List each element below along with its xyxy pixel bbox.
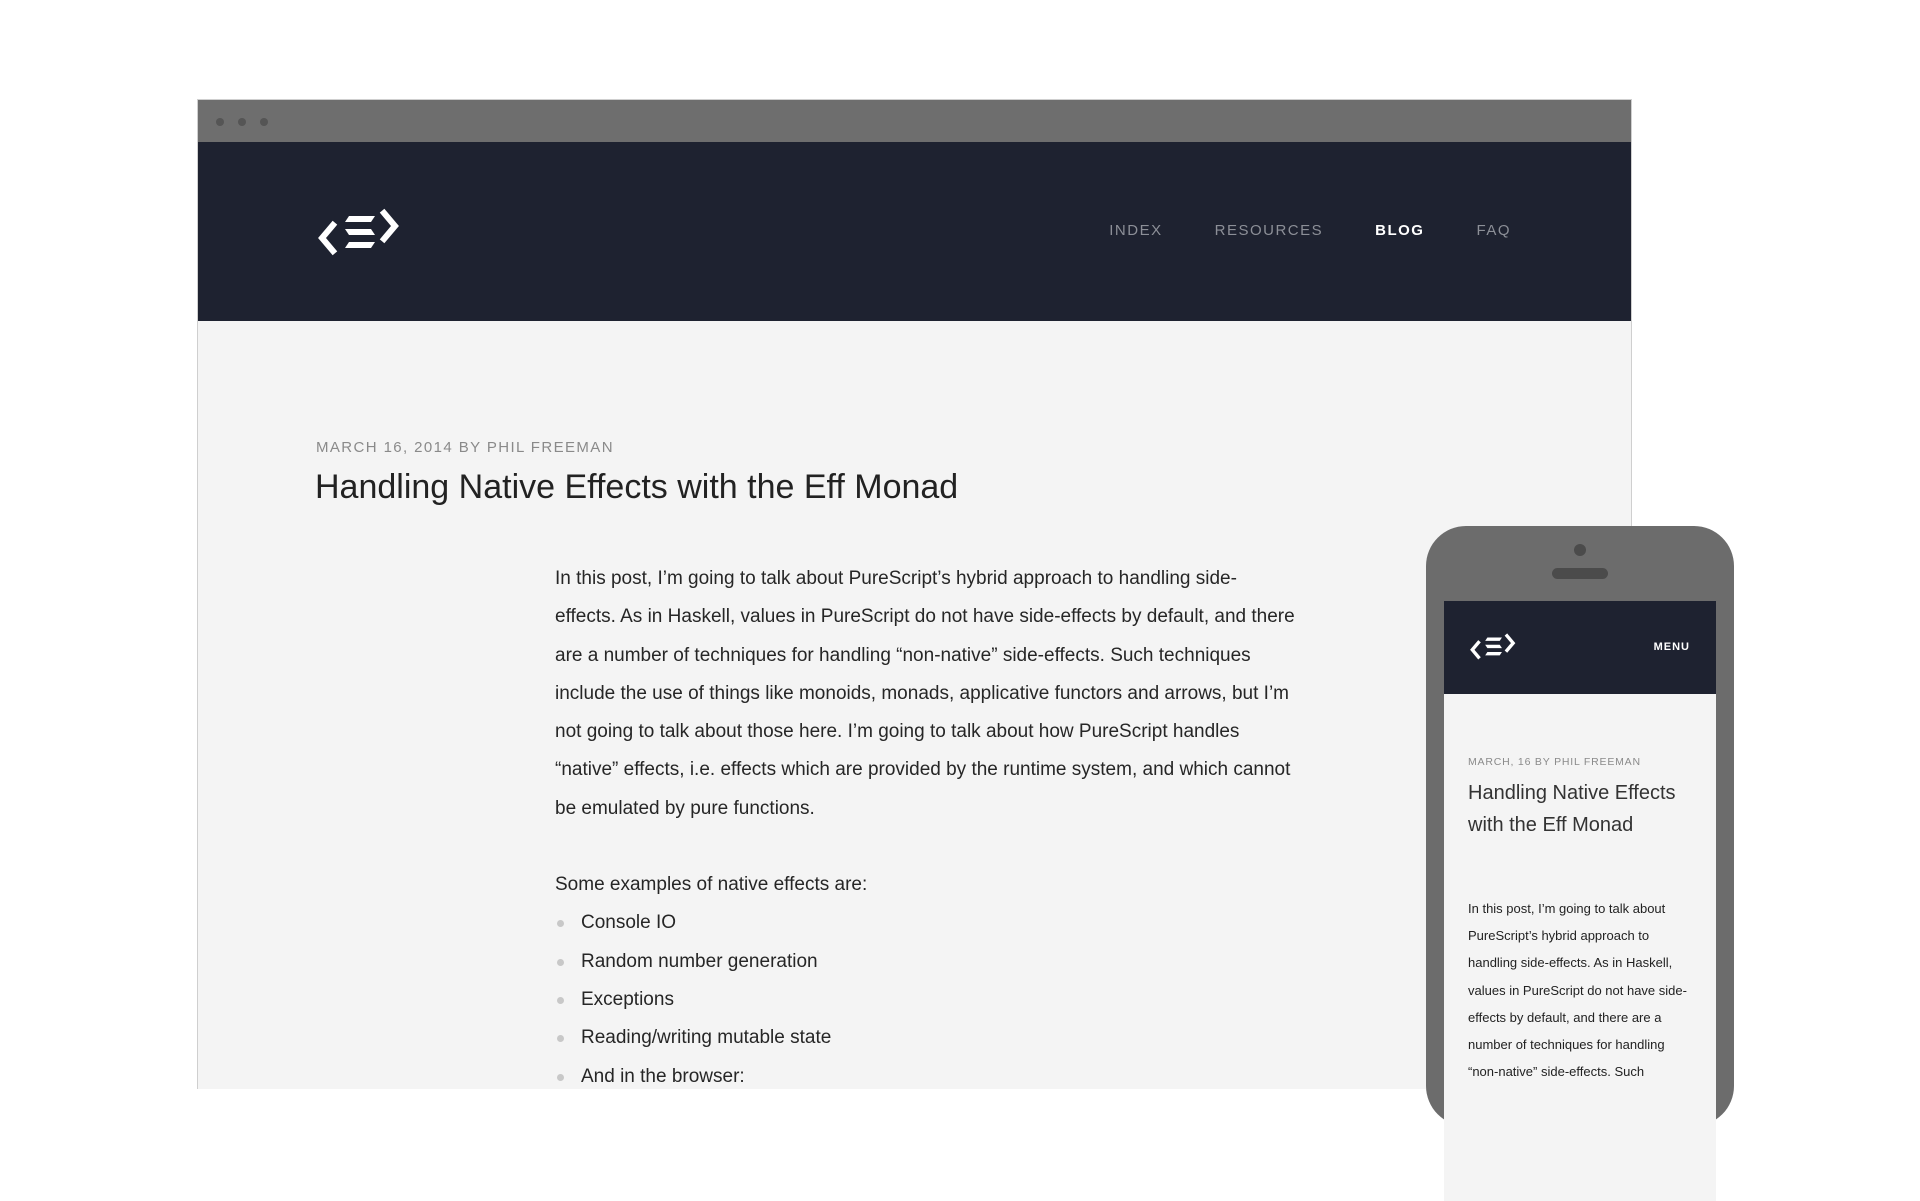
mobile-post-intro-paragraph: In this post, I’m going to talk about Pu… (1468, 901, 1687, 1080)
list-item: Console IO (555, 904, 1295, 942)
post-body: In this post, I’m going to talk about Pu… (555, 560, 1295, 1089)
window-dot-icon (260, 118, 268, 126)
post-title: Handling Native Effects with the Eff Mon… (315, 468, 959, 506)
phone-mockup: MENU MARCH, 16 BY PHIL FREEMAN Handling … (1426, 526, 1734, 1201)
mobile-post-title: Handling Native Effects with the Eff Mon… (1468, 782, 1676, 836)
list-item: Reading/writing mutable state (555, 1019, 1295, 1057)
purescript-logo-icon[interactable] (318, 208, 400, 258)
phone-camera-icon (1574, 544, 1586, 556)
list-item: Exceptions (555, 981, 1295, 1019)
nav-resources[interactable]: RESOURCES (1215, 222, 1324, 239)
nav-index[interactable]: INDEX (1109, 222, 1162, 239)
mobile-post-body: In this post, I’m going to talk about Pu… (1468, 895, 1696, 1085)
examples-list: Console IO Random number generation Exce… (555, 904, 1295, 1089)
post-intro-paragraph: In this post, I’m going to talk about Pu… (555, 568, 1295, 819)
post-meta: MARCH 16, 2014 BY PHIL FREEMAN (316, 439, 614, 456)
nav-faq[interactable]: FAQ (1476, 222, 1511, 239)
nav-blog[interactable]: BLOG (1375, 222, 1424, 239)
window-dot-icon (238, 118, 246, 126)
examples-heading: Some examples of native effects are: (555, 874, 868, 896)
site-header: INDEX RESOURCES BLOG FAQ (198, 142, 1631, 321)
list-item: Random number generation (555, 943, 1295, 981)
list-item: And in the browser: (555, 1058, 1295, 1089)
desktop-browser-mockup: INDEX RESOURCES BLOG FAQ MARCH 16, 2014 … (197, 99, 1632, 1089)
phone-speaker-icon (1552, 568, 1608, 579)
window-dot-icon (216, 118, 224, 126)
main-nav: INDEX RESOURCES BLOG FAQ (1109, 222, 1511, 239)
mobile-post-meta: MARCH, 16 BY PHIL FREEMAN (1468, 756, 1641, 768)
phone-screen: MENU MARCH, 16 BY PHIL FREEMAN Handling … (1444, 601, 1716, 1201)
mobile-site-header: MENU (1444, 601, 1716, 694)
browser-title-bar (198, 100, 1631, 142)
purescript-logo-icon[interactable] (1470, 633, 1516, 661)
mobile-menu-button[interactable]: MENU (1654, 641, 1690, 653)
